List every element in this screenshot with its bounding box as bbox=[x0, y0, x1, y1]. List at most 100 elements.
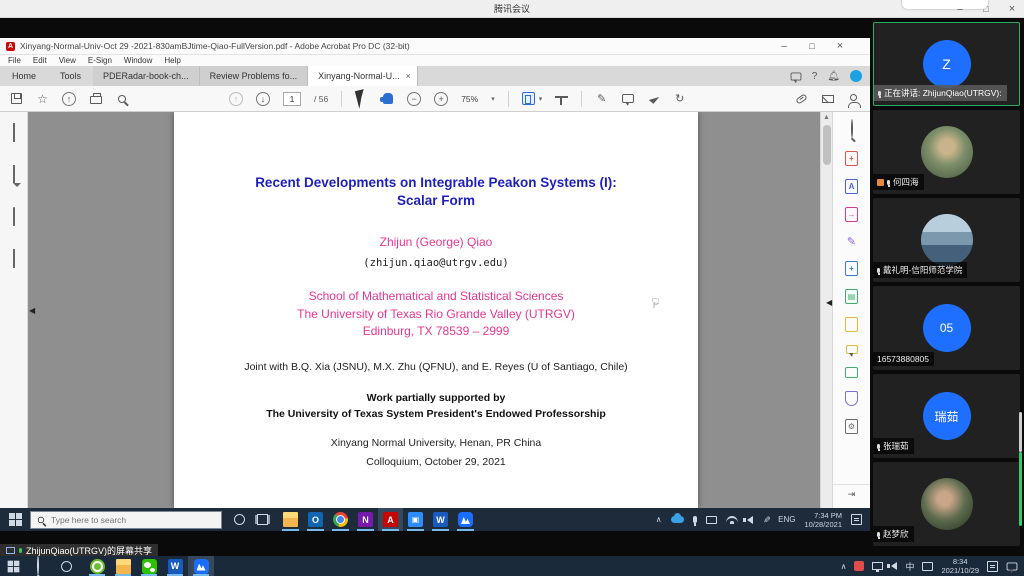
find-icon[interactable] bbox=[118, 95, 126, 103]
onedrive-icon[interactable] bbox=[671, 516, 684, 523]
scrollbar-thumb[interactable] bbox=[823, 125, 831, 165]
host-volume-icon[interactable] bbox=[891, 562, 897, 570]
doc-tab-pderadar[interactable]: PDERadar-book-ch... bbox=[93, 66, 200, 86]
vertical-scrollbar[interactable]: ▲ bbox=[820, 112, 832, 508]
tray-mic-icon[interactable] bbox=[693, 516, 697, 523]
tab-close-icon[interactable]: × bbox=[406, 71, 411, 81]
menu-file[interactable]: File bbox=[8, 56, 21, 65]
document-view[interactable]: ◀ Recent Developments on Integrable Peak… bbox=[28, 112, 820, 508]
zoom-level-select[interactable]: 75% bbox=[461, 94, 478, 104]
scroll-up-icon[interactable]: ▲ bbox=[823, 114, 830, 121]
cortana-icon[interactable] bbox=[234, 514, 245, 525]
wifi-icon[interactable] bbox=[726, 516, 738, 523]
taskbar-file-explorer[interactable] bbox=[278, 508, 303, 531]
organize-pages-icon[interactable]: ▤ bbox=[845, 289, 858, 304]
menu-edit[interactable]: Edit bbox=[33, 56, 47, 65]
acrobat-minimize-button[interactable] bbox=[778, 40, 790, 52]
language-indicator[interactable]: ENG bbox=[778, 515, 795, 524]
taskbar-video-app[interactable]: ▣ bbox=[403, 508, 428, 531]
account-avatar[interactable] bbox=[850, 70, 862, 82]
collapse-rail-icon[interactable]: ⇥ bbox=[833, 484, 870, 500]
acrobat-close-button[interactable] bbox=[834, 40, 846, 52]
compress-pdf-icon[interactable] bbox=[845, 317, 858, 332]
host-taskbar-wechat[interactable] bbox=[136, 556, 162, 576]
host-taskbar-tencent-meeting[interactable] bbox=[188, 556, 214, 576]
sidebar-scrollbar-active[interactable] bbox=[1019, 452, 1022, 526]
share-upload-icon[interactable]: ↑ bbox=[62, 92, 76, 106]
save-icon[interactable] bbox=[11, 93, 22, 104]
stamp-icon[interactable] bbox=[846, 345, 858, 354]
participant-tile[interactable]: 赵梦欣 bbox=[873, 462, 1020, 546]
zoom-out-button[interactable]: − bbox=[407, 92, 421, 106]
doc-tab-xinyang-active[interactable]: Xinyang-Normal-U... × bbox=[308, 66, 418, 86]
more-tools-icon[interactable]: ⚙ bbox=[845, 419, 858, 434]
taskbar-search[interactable] bbox=[30, 511, 222, 529]
page-thumbnails-icon[interactable] bbox=[13, 123, 15, 142]
shared-clock[interactable]: 7:34 PM 10/28/2021 bbox=[804, 511, 842, 529]
tab-tools[interactable]: Tools bbox=[48, 68, 93, 85]
feedback-icon[interactable] bbox=[790, 72, 801, 80]
host-note-icon[interactable] bbox=[987, 561, 998, 572]
start-button[interactable] bbox=[9, 513, 22, 526]
create-pdf-icon[interactable]: + bbox=[845, 151, 858, 166]
participant-tile-speaker[interactable]: Z 正在讲话: ZhijunQiao(UTRGV): bbox=[873, 22, 1020, 106]
protect-icon[interactable] bbox=[845, 391, 858, 406]
taskbar-word[interactable]: W bbox=[428, 508, 453, 531]
bookmarks-icon[interactable] bbox=[13, 165, 15, 183]
host-clock[interactable]: 8:34 2021/10/29 bbox=[941, 557, 979, 575]
host-tray-expand-icon[interactable]: ∧ bbox=[841, 562, 847, 571]
tab-home[interactable]: Home bbox=[0, 68, 48, 85]
menu-esign[interactable]: E-Sign bbox=[88, 56, 112, 65]
taskbar-chrome[interactable] bbox=[328, 508, 353, 531]
pen-icon[interactable]: ✎ bbox=[760, 516, 771, 524]
taskbar-outlook[interactable]: O bbox=[303, 508, 328, 531]
host-display-icon[interactable] bbox=[872, 562, 883, 570]
comment-tool-rail-icon[interactable]: ✎ bbox=[847, 235, 856, 248]
next-page-button[interactable]: ↓ bbox=[256, 92, 270, 106]
print-icon[interactable] bbox=[90, 96, 102, 104]
menu-window[interactable]: Window bbox=[124, 56, 152, 65]
send-review-icon[interactable] bbox=[673, 92, 686, 105]
favorites-star-icon[interactable] bbox=[36, 92, 49, 105]
participant-tile[interactable]: 何四海 bbox=[873, 110, 1020, 194]
collapse-tools-panel-icon[interactable]: ◀ bbox=[826, 298, 832, 307]
doc-tab-review-problems[interactable]: Review Problems fo... bbox=[200, 66, 309, 86]
previous-page-button[interactable]: ↑ bbox=[229, 92, 243, 106]
menu-help[interactable]: Help bbox=[164, 56, 180, 65]
host-action-center-icon[interactable] bbox=[1007, 562, 1018, 570]
tray-touchpad-icon[interactable] bbox=[706, 516, 717, 524]
action-center-icon[interactable] bbox=[851, 514, 862, 525]
host-tray-app-icon[interactable] bbox=[854, 561, 864, 571]
ime-keyboard-icon[interactable] bbox=[922, 562, 933, 571]
taskbar-onenote[interactable]: N bbox=[353, 508, 378, 531]
pencil-tool-icon[interactable] bbox=[595, 92, 608, 105]
bell-icon[interactable]: 🔔︎ bbox=[827, 71, 840, 82]
edit-pdf-icon[interactable]: A bbox=[845, 179, 858, 194]
page-display-caret-icon[interactable]: ▾ bbox=[539, 95, 543, 103]
host-taskbar-word[interactable]: W bbox=[162, 556, 188, 576]
email-icon[interactable] bbox=[822, 95, 834, 103]
host-taskbar-file-explorer[interactable] bbox=[110, 556, 136, 576]
sidebar-scrollbar-thumb[interactable] bbox=[1019, 412, 1022, 452]
hand-tool-icon[interactable] bbox=[383, 93, 393, 104]
attachments-icon[interactable] bbox=[13, 207, 15, 226]
select-tool-icon[interactable] bbox=[355, 89, 368, 109]
search-input[interactable] bbox=[51, 515, 191, 525]
taskbar-tencent-meeting[interactable] bbox=[453, 508, 478, 531]
share-link-icon[interactable] bbox=[795, 93, 807, 104]
layers-icon[interactable] bbox=[13, 249, 15, 268]
close-button[interactable] bbox=[1006, 3, 1018, 15]
participant-tile[interactable]: 瑞茹 张瑞茹 bbox=[873, 374, 1020, 458]
task-view-icon[interactable] bbox=[257, 514, 268, 525]
ime-indicator[interactable]: 中 bbox=[905, 560, 914, 573]
participant-tile[interactable]: 05 16573880805 bbox=[873, 286, 1020, 370]
search-tool-icon[interactable] bbox=[851, 119, 853, 138]
combine-files-icon[interactable]: + bbox=[845, 261, 858, 276]
share-people-icon[interactable] bbox=[850, 94, 857, 101]
host-start-button[interactable] bbox=[8, 560, 20, 572]
host-taskbar-browser[interactable] bbox=[84, 556, 110, 576]
comment-tool-icon[interactable] bbox=[622, 94, 634, 103]
volume-icon[interactable] bbox=[747, 516, 753, 524]
fit-width-icon[interactable] bbox=[555, 96, 568, 106]
page-display-icon[interactable] bbox=[522, 92, 535, 105]
